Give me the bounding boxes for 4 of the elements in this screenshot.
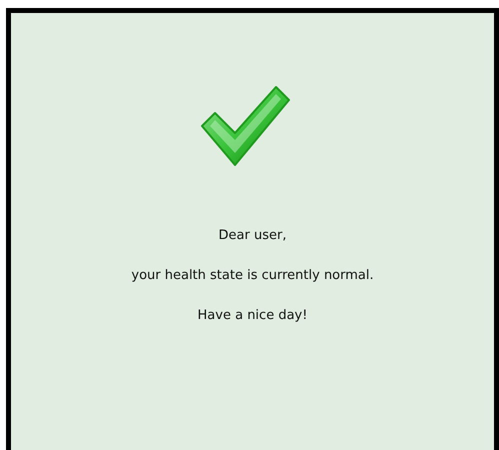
message-text: your health state is currently normal. [131, 267, 374, 285]
message-text: Have a nice day! [198, 307, 308, 325]
checkmark-icon [200, 83, 292, 169]
message-text: Dear user, [218, 227, 286, 245]
